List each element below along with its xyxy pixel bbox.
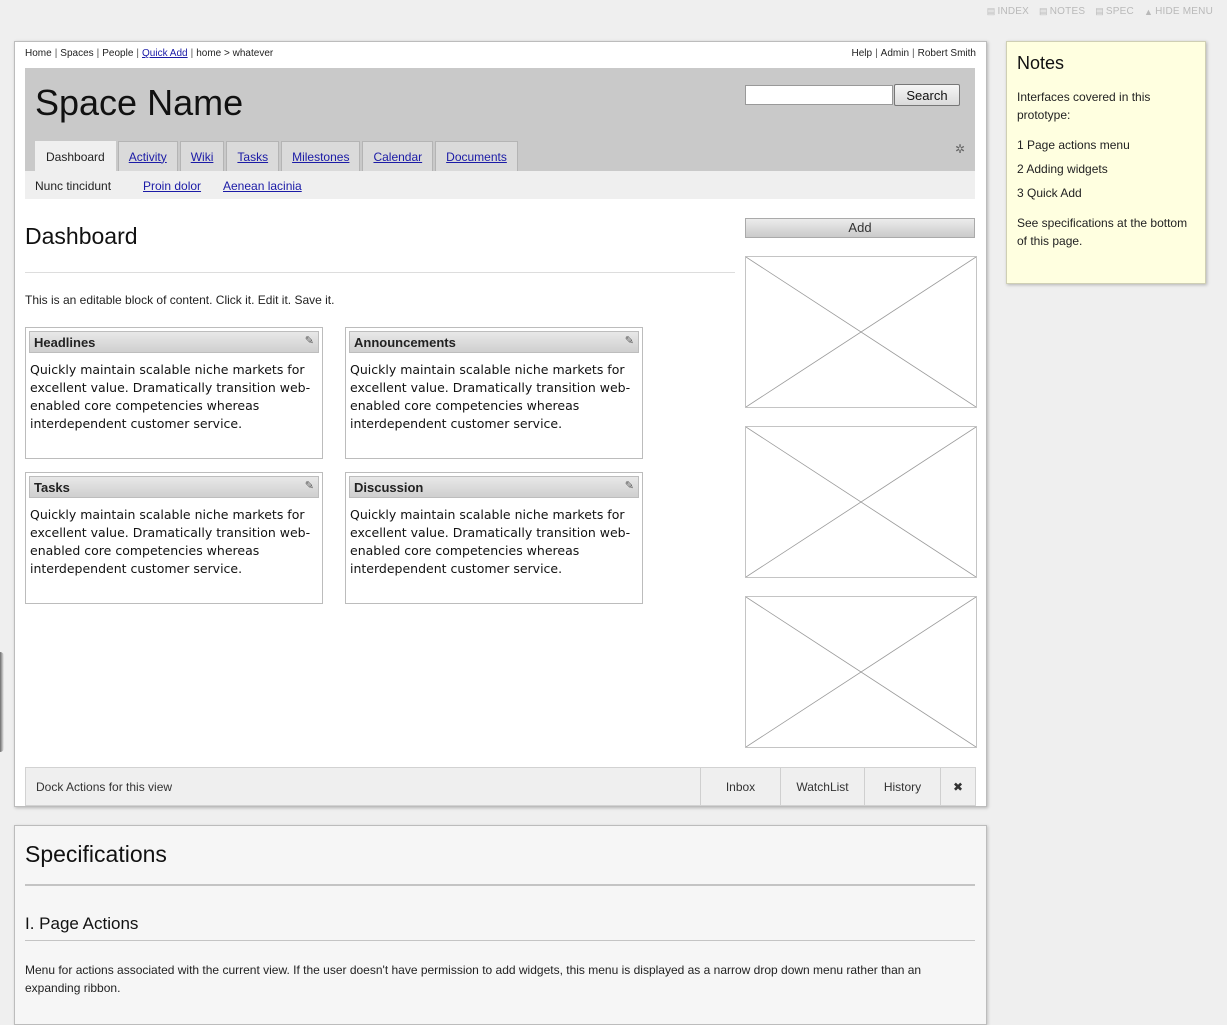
widget-header[interactable]: Headlines ✎ (29, 331, 319, 353)
widget-header[interactable]: Announcements ✎ (349, 331, 639, 353)
widget-title: Announcements (354, 335, 456, 350)
prototype-menu: ▤ INDEX ▤ NOTES ▤ SPEC ▲ HIDE MENU (987, 6, 1213, 17)
breadcrumb: home > whatever (196, 48, 274, 59)
index-link[interactable]: ▤ INDEX (987, 6, 1029, 17)
image-placeholder (745, 256, 977, 408)
admin-link[interactable]: Admin (881, 48, 909, 59)
widget-title: Headlines (34, 335, 96, 350)
widget-title: Tasks (34, 480, 70, 495)
close-icon[interactable]: ✖ (940, 768, 975, 805)
space-header: Space Name Search Dashboard Activity Wik… (25, 68, 975, 171)
watchlist-button[interactable]: WatchList (780, 768, 864, 805)
notes-list-item: 3 Quick Add (1017, 186, 1082, 200)
specs-title: Specifications (25, 841, 167, 867)
history-button[interactable]: History (864, 768, 940, 805)
separator: | (96, 48, 100, 59)
page-title: Dashboard (25, 223, 138, 249)
subnav-current: Nunc tincidunt (35, 179, 112, 193)
hide-icon: ▲ (1143, 6, 1154, 17)
tab-calendar[interactable]: Calendar (362, 141, 434, 171)
spaces-link[interactable]: Spaces (60, 48, 93, 59)
help-link[interactable]: Help (851, 48, 872, 59)
widget-announcements: Announcements ✎ Quickly maintain scalabl… (345, 327, 643, 459)
tab-milestones[interactable]: Milestones (281, 141, 361, 171)
notes-list-item: 1 Page actions menu (1017, 138, 1130, 152)
widget-header[interactable]: Discussion ✎ (349, 476, 639, 498)
subnav-link-proin[interactable]: Proin dolor (143, 179, 201, 193)
tab-documents[interactable]: Documents (435, 141, 518, 171)
widget-header[interactable]: Tasks ✎ (29, 476, 319, 498)
divider (25, 884, 975, 886)
image-placeholder (745, 596, 977, 748)
space-tabs: Dashboard Activity Wiki Tasks Milestones… (35, 141, 520, 171)
placeholder-x-icon (746, 597, 976, 747)
notes-panel: Notes Interfaces covered in this prototy… (1006, 41, 1206, 284)
dock-label: Dock Actions for this view (36, 780, 173, 794)
pencil-icon[interactable]: ✎ (625, 334, 634, 347)
global-nav: Home | Spaces | People | Quick Add | home > what… (25, 48, 273, 59)
hide-menu-link[interactable]: ▲ HIDE MENU (1144, 6, 1213, 17)
user-name[interactable]: Robert Smith (918, 48, 976, 59)
tab-wiki[interactable]: Wiki (179, 141, 225, 171)
search-button[interactable]: Search (894, 84, 960, 106)
separator: | (190, 48, 194, 59)
separator: | (875, 48, 878, 59)
separator: | (136, 48, 140, 59)
notes-link[interactable]: ▤ NOTES (1039, 6, 1085, 17)
divider (25, 940, 975, 941)
pencil-icon[interactable]: ✎ (305, 334, 314, 347)
widget-body: Quickly maintain scalable niche markets … (30, 362, 311, 431)
spec-label: SPEC (1105, 6, 1134, 17)
tab-tasks[interactable]: Tasks (226, 141, 280, 171)
specs-text: Menu for actions associated with the cur… (25, 963, 922, 995)
specifications-section: Specifications I. Page Actions Menu for … (14, 825, 987, 1025)
index-label: INDEX (997, 6, 1030, 17)
spec-icon: ▤ (1095, 6, 1104, 16)
notes-title: Notes (1017, 53, 1065, 73)
notes-list: 1 Page actions menu 2 Adding widgets 3 Q… (1017, 136, 1195, 202)
widget-headlines: Headlines ✎ Quickly maintain scalable ni… (25, 327, 323, 459)
notes-label: NOTES (1049, 6, 1086, 17)
quick-add-link[interactable]: Quick Add (142, 48, 188, 59)
spec-link[interactable]: ▤ SPEC (1095, 6, 1134, 17)
action-dock: Dock Actions for this view Inbox WatchLi… (25, 767, 976, 806)
notes-footer: See specifications at the bottom of this… (1017, 216, 1188, 248)
search-input[interactable] (745, 85, 893, 105)
tab-activity[interactable]: Activity (117, 141, 178, 171)
notes-intro: Interfaces covered in this prototype: (1017, 90, 1151, 122)
account-nav: Help | Admin | Robert Smith (851, 48, 976, 59)
hide-menu-label: HIDE MENU (1155, 6, 1213, 17)
pencil-icon[interactable]: ✎ (625, 479, 634, 492)
widget-title: Discussion (354, 480, 424, 495)
editable-content-block[interactable]: This is an editable block of content. Cl… (25, 293, 334, 307)
widget-body: Quickly maintain scalable niche markets … (350, 507, 631, 576)
inbox-button[interactable]: Inbox (700, 768, 780, 805)
prototype-frame: Home | Spaces | People | Quick Add | home > what… (14, 41, 987, 807)
home-link[interactable]: Home (25, 48, 52, 59)
gear-icon[interactable]: ✲ (955, 142, 965, 156)
image-placeholder (745, 426, 977, 578)
specs-section-heading: I. Page Actions (25, 914, 139, 933)
placeholder-x-icon (746, 427, 976, 577)
utility-bar: Home | Spaces | People | Quick Add | home > what… (25, 48, 976, 62)
placeholder-x-icon (746, 257, 976, 407)
notes-list-item: 2 Adding widgets (1017, 162, 1108, 176)
space-name: Space Name (35, 82, 244, 123)
pencil-icon[interactable]: ✎ (305, 479, 314, 492)
add-widget-button[interactable]: Add (745, 218, 975, 238)
widget-body: Quickly maintain scalable niche markets … (350, 362, 631, 431)
separator: | (54, 48, 58, 59)
tab-dashboard[interactable]: Dashboard (35, 141, 116, 171)
widget-body: Quickly maintain scalable niche markets … (30, 507, 311, 576)
widget-tasks: Tasks ✎ Quickly maintain scalable niche … (25, 472, 323, 604)
widget-discussion: Discussion ✎ Quickly maintain scalable n… (345, 472, 643, 604)
separator: | (912, 48, 915, 59)
people-link[interactable]: People (102, 48, 133, 59)
notes-icon: ▤ (1039, 6, 1048, 16)
sub-navigation: Nunc tincidunt Proin dolor Aenean lacini… (25, 171, 975, 199)
divider (25, 272, 735, 273)
index-icon: ▤ (986, 6, 996, 16)
edge-shadow (0, 652, 4, 752)
subnav-link-aenean[interactable]: Aenean lacinia (223, 179, 302, 193)
